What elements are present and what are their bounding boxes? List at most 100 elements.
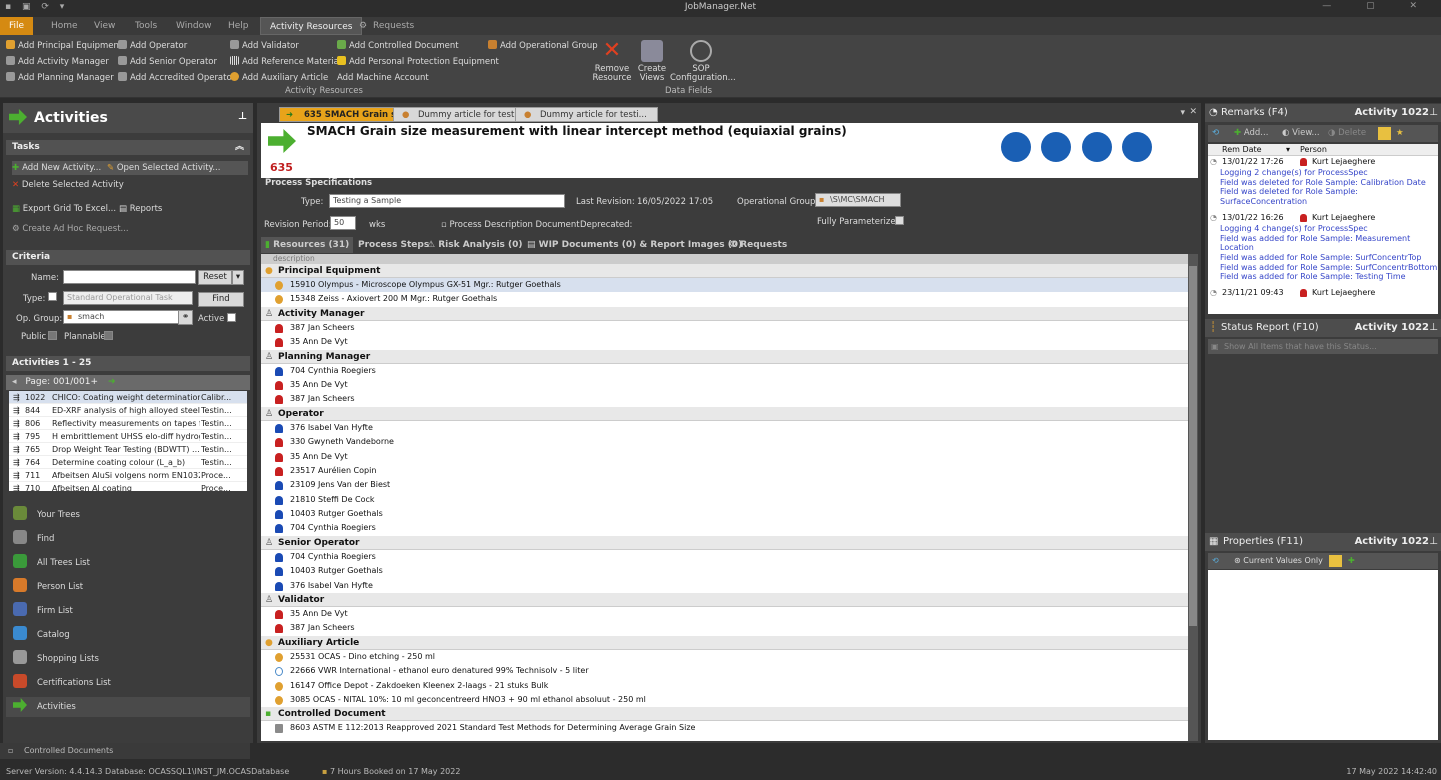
remark-row[interactable]: ◔ 23/11/21 09:43 Kurt Lejaeghere [1208, 287, 1438, 299]
add-operator-button[interactable]: Add Operator [118, 39, 187, 53]
controlled-documents-tab[interactable]: ▫ Controlled Documents [0, 743, 250, 759]
nav-all-trees-list[interactable]: All Trees List [13, 553, 90, 573]
table-row[interactable]: 10403 Rutger Goethals [261, 507, 1188, 521]
pin-icon[interactable]: ⊥ [1429, 319, 1438, 337]
list-item[interactable]: ⇶ 806 Reflectivity measurements on tapes f… [9, 417, 247, 430]
table-row[interactable]: 16147 Office Depot - Zakdoeken Kleenex 2… [261, 679, 1188, 693]
nav-person-list[interactable]: Person List [13, 577, 83, 597]
op-group-field[interactable]: ▪ \S\MC\SMACH [815, 193, 901, 207]
column-header-description[interactable]: description [261, 254, 1188, 264]
menu-requests[interactable]: ⚙ Requests [355, 17, 423, 35]
table-row[interactable]: 35 Ann De Vyt [261, 607, 1188, 621]
group-header[interactable]: ▪ Controlled Document [261, 707, 1188, 722]
table-row[interactable]: 3085 OCAS - NITAL 10%: 10 ml geconcentre… [261, 693, 1188, 707]
nav-shopping-lists[interactable]: Shopping Lists [13, 649, 99, 669]
table-row[interactable]: 23517 Aurélien Copin [261, 464, 1188, 478]
menu-activity-resources[interactable]: Activity Resources [260, 17, 363, 35]
activities-grid[interactable]: ⇶ 1022 CHICO: Coating weight determination… [9, 391, 247, 491]
binoculars-icon[interactable]: ⚭ [178, 310, 193, 325]
add-machine-account-button[interactable]: Add Machine Account [337, 71, 429, 85]
table-row[interactable]: 35 Ann De Vyt [261, 335, 1188, 349]
list-item[interactable]: ⇶ 844 ED-XRF analysis of high alloyed stee… [9, 404, 247, 417]
reset-button[interactable]: Reset [198, 270, 232, 285]
pin-icon[interactable]: ⊥ [1429, 533, 1438, 551]
filter-icon[interactable] [1378, 127, 1391, 140]
list-item[interactable]: ⇶ 764 Determine coating colour (L_a_b) Test… [9, 456, 247, 469]
group-header[interactable]: ♙ Senior Operator [261, 535, 1188, 550]
table-row[interactable]: 376 Isabel Van Hyfte [261, 579, 1188, 593]
tab-requests[interactable]: ⚙ Requests [729, 237, 787, 253]
table-row[interactable]: 23109 Jens Van der Biest [261, 478, 1188, 492]
add-auxiliary-article-button[interactable]: Add Auxiliary Article [230, 71, 328, 85]
table-row[interactable]: 35 Ann De Vyt [261, 450, 1188, 464]
sop-configuration-button[interactable]: SOP Configuration... [670, 40, 736, 83]
remark-row[interactable]: ◔ 13/01/22 16:26 Kurt Lejaeghere [1208, 212, 1438, 224]
add-planning-manager-button[interactable]: Add Planning Manager [6, 71, 114, 85]
task-create-adhoc-request[interactable]: ⚙ Create Ad Hoc Request... [12, 224, 129, 234]
safety-boots-icon[interactable] [1122, 132, 1152, 162]
table-row[interactable]: 15348 Zeiss - Axiovert 200 M Mgr.: Rutge… [261, 292, 1188, 306]
current-values-toggle[interactable]: ⊛ Current Values Only [1234, 553, 1323, 569]
task-open-selected-activity[interactable]: ✎ Open Selected Activity... [107, 161, 220, 175]
tab-menu-icon[interactable]: ▾ [1180, 108, 1185, 118]
group-header[interactable]: ♙ Planning Manager [261, 349, 1188, 364]
remarks-list[interactable]: Rem Date ▾ Person ◔ 13/01/22 17:26 Kurt Le… [1208, 144, 1438, 314]
tasks-header[interactable]: Tasks ︽ [6, 140, 250, 155]
menu-tools[interactable]: Tools [126, 17, 166, 35]
lab-coat-icon[interactable] [1082, 132, 1112, 162]
list-item[interactable]: ⇶ 711 Afbeitsen AluSi volgens norm EN1032.… [9, 469, 247, 482]
task-delete-selected-activity[interactable]: ✕ Delete Selected Activity [12, 180, 124, 190]
reset-dropdown[interactable]: ▾ [232, 270, 244, 285]
add-remark-button[interactable]: ✚ Add... [1234, 125, 1268, 142]
public-checkbox[interactable] [48, 331, 57, 340]
nav-firm-list[interactable]: Firm List [13, 601, 73, 621]
refresh-icon[interactable]: ⟲ [1212, 125, 1219, 142]
menu-home[interactable]: Home [42, 17, 87, 35]
add-reference-material-button[interactable]: Add Reference Material [230, 55, 341, 69]
table-row[interactable]: 704 Cynthia Roegiers [261, 364, 1188, 378]
list-item[interactable]: ⇶ 765 Drop Weight Tear Testing (BDWTT) ...… [9, 443, 247, 456]
add-accredited-operator-button[interactable]: Add Accredited Operator [118, 71, 235, 85]
group-header[interactable]: ♙ Operator [261, 406, 1188, 421]
find-button[interactable]: Find [198, 292, 244, 307]
table-row[interactable]: 22666 VWR International - ethanol euro d… [261, 664, 1188, 678]
table-row[interactable]: 10403 Rutger Goethals [261, 564, 1188, 578]
add-activity-manager-button[interactable]: Add Activity Manager [6, 55, 109, 69]
nav-catalog[interactable]: Catalog [13, 625, 70, 645]
group-header[interactable]: ● Auxiliary Article [261, 635, 1188, 650]
delete-remark-button[interactable]: ◑ Delete [1328, 125, 1366, 142]
table-row[interactable]: 25531 OCAS - Dino etching - 250 ml [261, 650, 1188, 664]
add-senior-operator-button[interactable]: Add Senior Operator [118, 55, 217, 69]
group-header[interactable]: ♙ Validator [261, 593, 1188, 608]
collapse-icon[interactable]: ︽ [235, 140, 244, 155]
tab-process-steps[interactable]: Process Steps [358, 237, 429, 253]
star-icon[interactable]: ★ [1396, 125, 1404, 142]
resources-grid[interactable]: description ● Principal Equipment 15910 Ol… [261, 254, 1188, 741]
table-row[interactable]: 387 Jan Scheers [261, 621, 1188, 635]
revision-period-input[interactable]: 50 [330, 216, 356, 230]
table-row[interactable]: 387 Jan Scheers [261, 392, 1188, 406]
highlight-icon[interactable] [1329, 555, 1342, 567]
type-select[interactable]: Testing a Sample [329, 194, 565, 208]
table-row[interactable]: 15910 Olympus - Microscope Olympus GX-51… [261, 278, 1188, 293]
menu-file[interactable]: File [0, 17, 34, 35]
task-reports[interactable]: ▤ Reports [119, 204, 162, 214]
table-row[interactable]: 704 Cynthia Roegiers [261, 550, 1188, 564]
pin-icon[interactable]: ⊥ [1429, 104, 1438, 122]
group-header[interactable]: ● Principal Equipment [261, 264, 1188, 278]
menu-view[interactable]: View [85, 17, 124, 35]
safety-goggles-icon[interactable] [1041, 132, 1071, 162]
add-personal-protection-equipment-button[interactable]: Add Personal Protection Equipment [337, 55, 499, 69]
table-row[interactable]: 376 Isabel Van Hyfte [261, 421, 1188, 435]
list-item[interactable]: ⇶ 710 Afbeitsen Al coating Proce... [9, 482, 247, 491]
process-description-link[interactable]: ▫ Process Description Document [441, 220, 580, 230]
table-row[interactable]: 330 Gwyneth Vandeborne [261, 435, 1188, 449]
prev-page-icon[interactable]: ◂ [12, 377, 19, 387]
sort-down-icon[interactable]: ▾ [1286, 144, 1290, 156]
list-item[interactable]: ⇶ 795 H embrittlement UHSS elo-diff hydrog… [9, 430, 247, 443]
table-row[interactable]: 35 Ann De Vyt [261, 378, 1188, 392]
add-controlled-document-button[interactable]: Add Controlled Document [337, 39, 459, 53]
pin-icon[interactable]: ⊥ [238, 111, 247, 122]
tab-resources[interactable]: ▮ Resources (31) [261, 237, 354, 253]
tab-wip-documents[interactable]: ▤ WIP Documents (0) & Report Images (0) [527, 237, 742, 253]
